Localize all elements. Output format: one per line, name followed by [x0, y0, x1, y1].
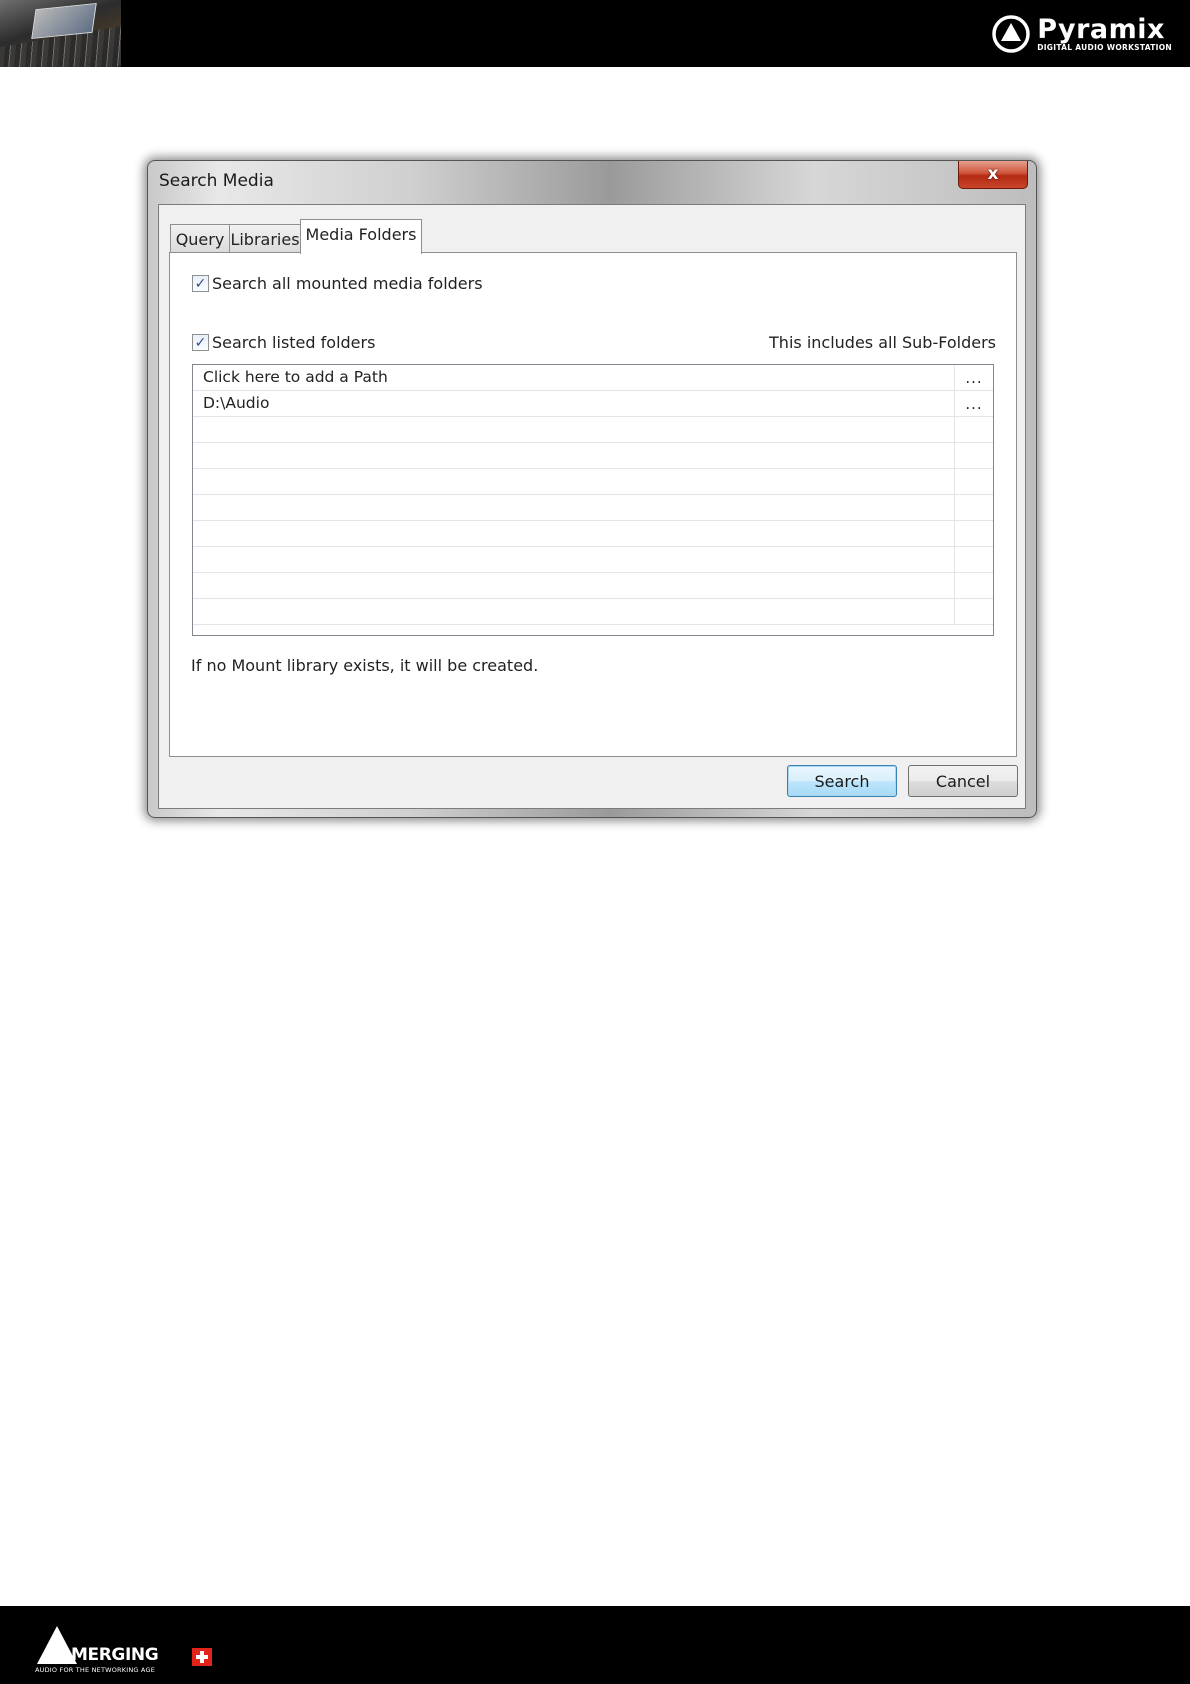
- path-text[interactable]: D:\Audio: [203, 394, 269, 412]
- tab-label: Libraries: [230, 229, 300, 249]
- pyramix-logo: Pyramix DIGITAL AUDIO WORKSTATION: [991, 12, 1172, 56]
- search-listed-checkbox[interactable]: ✓: [192, 334, 209, 351]
- tab-libraries[interactable]: Libraries: [229, 224, 301, 253]
- close-icon: x: [987, 164, 999, 184]
- footer-brand: MERGING: [71, 1645, 159, 1665]
- browse-cell[interactable]: [954, 417, 993, 442]
- path-row-empty[interactable]: [193, 495, 993, 521]
- path-row-empty[interactable]: [193, 521, 993, 547]
- pyramix-emblem-icon: [992, 15, 1030, 53]
- cancel-button[interactable]: Cancel: [908, 765, 1018, 797]
- path-row-empty[interactable]: [193, 573, 993, 599]
- dialog-client-area: Query Libraries Media Folders ✓ Search a…: [158, 204, 1026, 809]
- folder-path-list[interactable]: Click here to add a Path ... D:\Audio ..…: [192, 364, 994, 636]
- browse-cell[interactable]: [954, 573, 993, 598]
- browse-cell[interactable]: [954, 599, 993, 624]
- footer-tagline: AUDIO FOR THE NETWORKING AGE: [35, 1666, 155, 1674]
- search-listed-label: Search listed folders: [212, 333, 376, 352]
- check-icon: ✓: [194, 334, 207, 351]
- tab-label: Media Folders: [305, 225, 417, 244]
- check-icon: ✓: [194, 275, 207, 292]
- browse-cell[interactable]: [954, 469, 993, 494]
- browse-cell[interactable]: [954, 521, 993, 546]
- browse-cell[interactable]: [954, 495, 993, 520]
- brand-name: Pyramix: [1037, 14, 1165, 45]
- path-row-empty[interactable]: [193, 443, 993, 469]
- tab-media-folders[interactable]: Media Folders: [300, 219, 422, 254]
- search-mounted-checkbox[interactable]: ✓: [192, 275, 209, 292]
- path-row-empty[interactable]: [193, 599, 993, 625]
- search-media-dialog: Search Media x Query Libraries Media Fol…: [147, 160, 1037, 818]
- brand-tagline: DIGITAL AUDIO WORKSTATION: [1037, 43, 1172, 52]
- page-header: Pyramix DIGITAL AUDIO WORKSTATION: [0, 0, 1190, 67]
- path-row-empty[interactable]: [193, 469, 993, 495]
- search-button[interactable]: Search: [787, 765, 897, 797]
- dialog-title: Search Media: [159, 171, 274, 191]
- page-footer: MERGING AUDIO FOR THE NETWORKING AGE: [0, 1606, 1190, 1684]
- search-mounted-label: Search all mounted media folders: [212, 274, 483, 293]
- merging-logo: MERGING AUDIO FOR THE NETWORKING AGE: [35, 1624, 225, 1674]
- search-mounted-option[interactable]: ✓ Search all mounted media folders: [192, 274, 483, 293]
- close-button[interactable]: x: [958, 161, 1028, 189]
- browse-button[interactable]: ...: [954, 391, 993, 416]
- search-listed-option[interactable]: ✓ Search listed folders: [192, 333, 375, 352]
- path-row[interactable]: D:\Audio ...: [193, 391, 993, 417]
- path-text[interactable]: Click here to add a Path: [203, 368, 388, 386]
- path-row-add[interactable]: Click here to add a Path ...: [193, 365, 993, 391]
- path-row-empty[interactable]: [193, 417, 993, 443]
- mount-library-info: If no Mount library exists, it will be c…: [191, 656, 539, 675]
- tab-label: Query: [175, 229, 225, 249]
- header-studio-photo: [0, 0, 121, 67]
- media-folders-panel: ✓ Search all mounted media folders ✓ Sea…: [169, 252, 1017, 757]
- browse-cell[interactable]: [954, 547, 993, 572]
- swiss-flag-icon: [192, 1648, 212, 1666]
- path-row-empty[interactable]: [193, 547, 993, 573]
- browse-cell[interactable]: [954, 443, 993, 468]
- browse-button[interactable]: ...: [954, 365, 993, 390]
- tab-query[interactable]: Query: [170, 224, 230, 253]
- subfolders-note: This includes all Sub-Folders: [769, 333, 996, 352]
